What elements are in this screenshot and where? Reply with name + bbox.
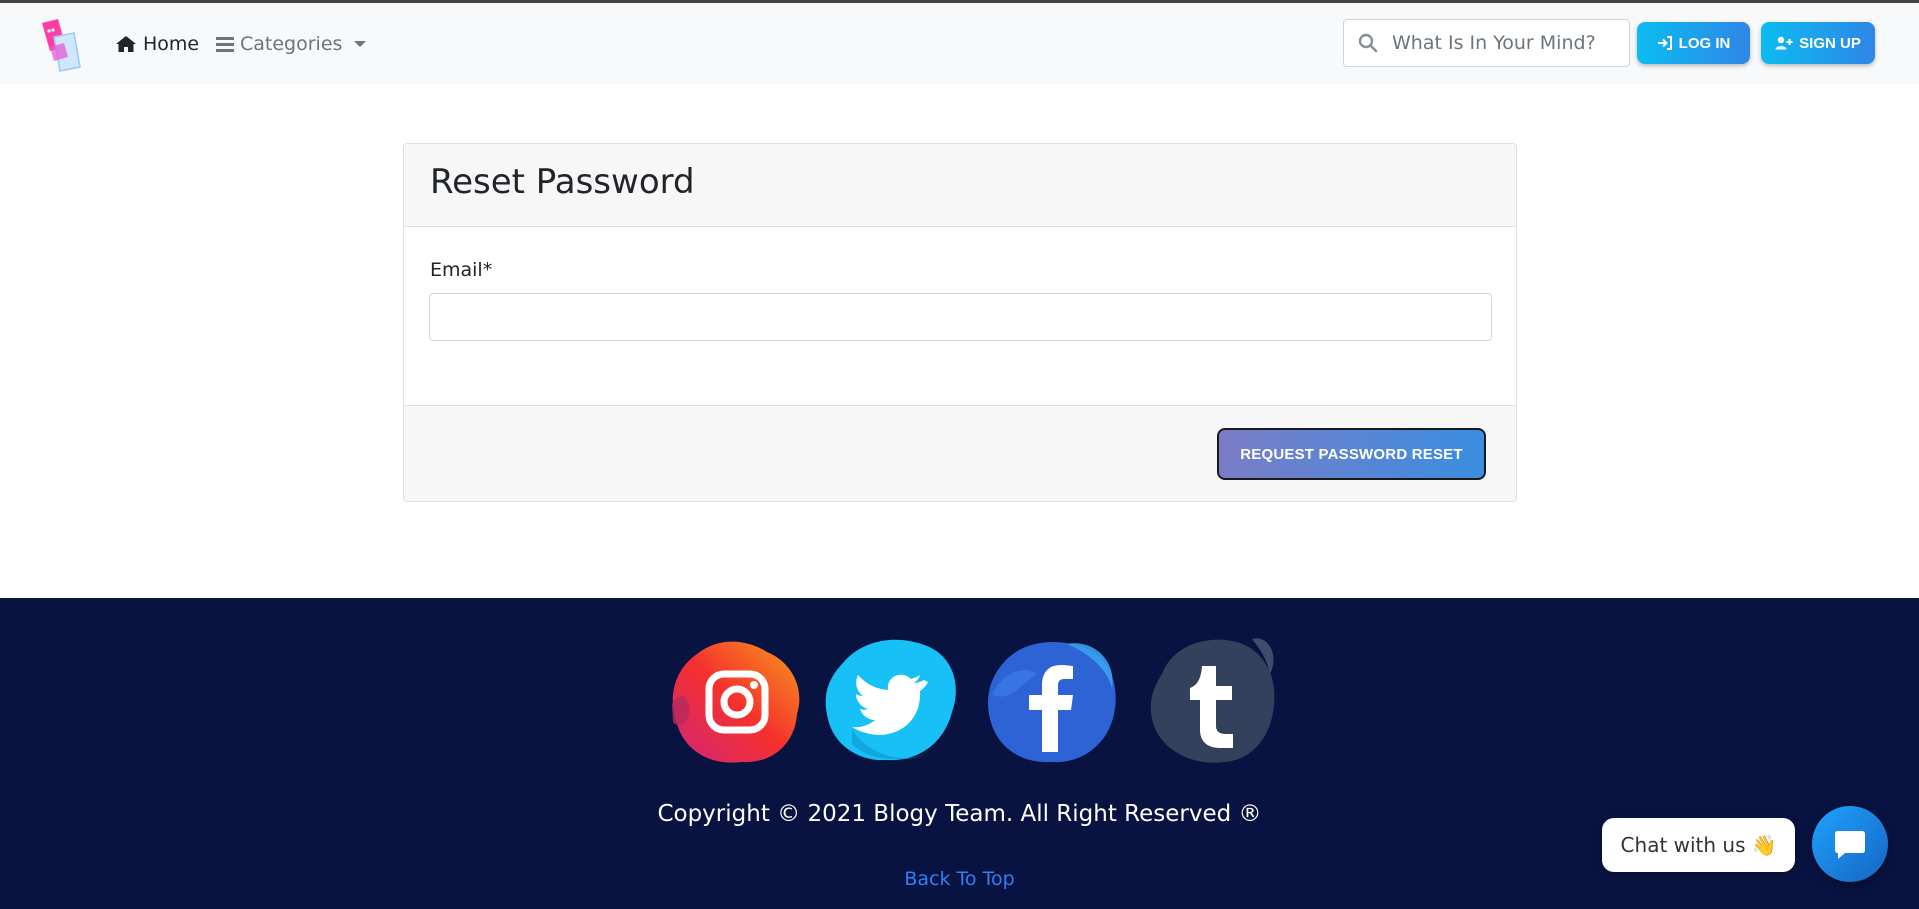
tumblr-icon[interactable] <box>1142 634 1282 770</box>
nav-categories-dropdown[interactable]: Categories <box>216 33 367 55</box>
navbar: Home Categories LOG IN SIGN UP <box>0 3 1919 84</box>
signup-button[interactable]: SIGN UP <box>1761 22 1875 64</box>
nav-home-link[interactable]: Home <box>115 33 199 55</box>
chat-bubble-label: Chat with us <box>1620 833 1746 857</box>
nav-home-label: Home <box>143 33 200 55</box>
brand-logo[interactable] <box>40 17 82 73</box>
request-password-reset-button[interactable]: REQUEST PASSWORD RESET <box>1217 428 1486 480</box>
twitter-icon[interactable] <box>822 634 962 770</box>
wave-emoji: 👋 <box>1751 833 1777 857</box>
signup-label: SIGN UP <box>1799 34 1861 52</box>
sign-in-icon <box>1657 36 1672 50</box>
chat-launcher-button[interactable] <box>1812 806 1888 882</box>
page-title: Reset Password <box>430 162 695 202</box>
home-icon <box>116 36 136 52</box>
facebook-icon[interactable] <box>982 634 1122 770</box>
login-label: LOG IN <box>1678 34 1731 52</box>
search-input[interactable] <box>1344 20 1629 66</box>
card-footer: REQUEST PASSWORD RESET <box>404 405 1516 501</box>
search-icon <box>1358 33 1378 53</box>
menu-icon <box>216 37 234 52</box>
card-header: Reset Password <box>404 144 1516 227</box>
email-field[interactable] <box>429 293 1492 341</box>
search-box <box>1343 19 1630 67</box>
chat-with-us-bubble[interactable]: Chat with us 👋 <box>1602 818 1795 872</box>
user-plus-icon <box>1775 36 1793 50</box>
email-label: Email* <box>430 259 493 281</box>
reset-password-card: Reset Password Email* REQUEST PASSWORD R… <box>403 143 1517 502</box>
chat-icon <box>1835 831 1865 859</box>
chevron-down-icon <box>354 41 367 47</box>
login-button[interactable]: LOG IN <box>1637 22 1750 64</box>
nav-categories-label: Categories <box>240 33 343 55</box>
instagram-icon[interactable] <box>667 634 807 770</box>
